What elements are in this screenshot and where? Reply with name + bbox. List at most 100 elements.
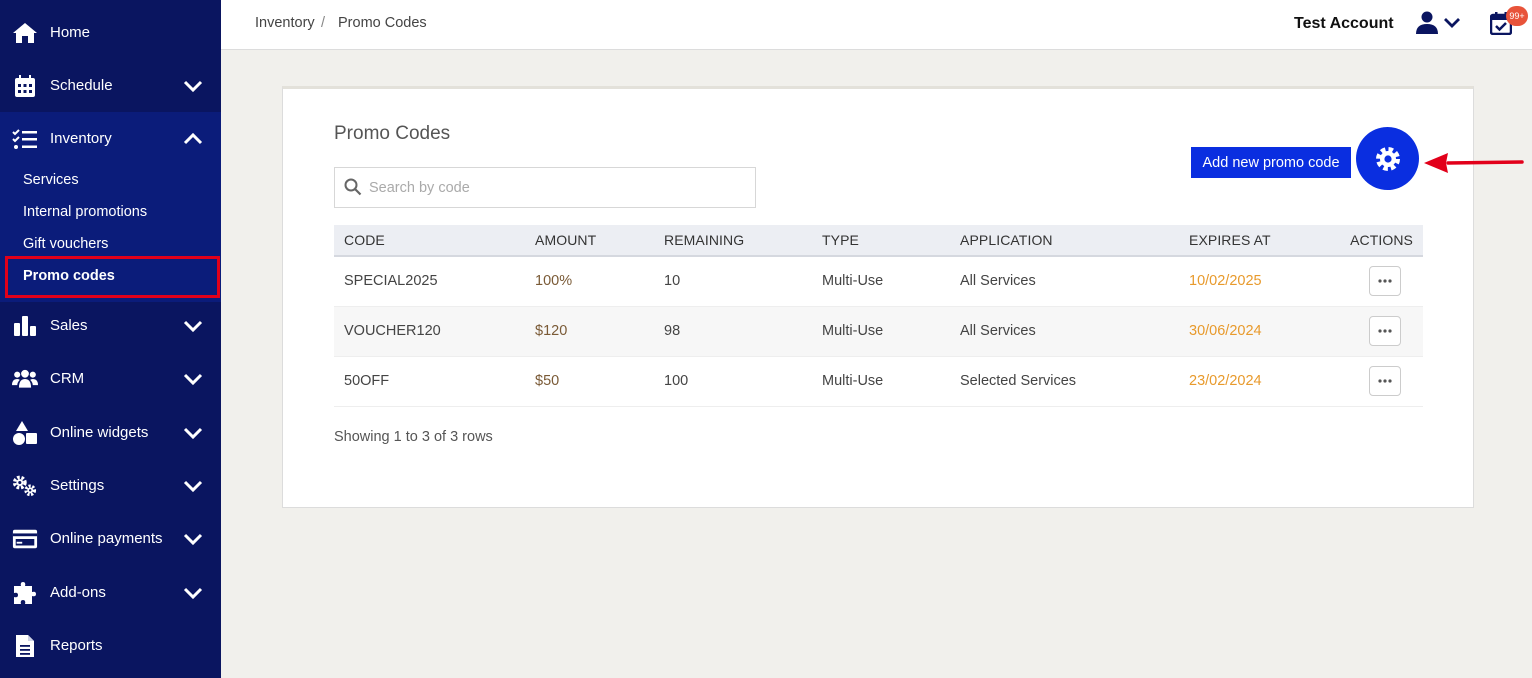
- row-actions-button[interactable]: [1369, 266, 1401, 297]
- sidebar-item-online-payments[interactable]: Online payments: [0, 512, 221, 565]
- notification-badge: 99+: [1506, 6, 1528, 26]
- chevron-down-icon: [183, 587, 203, 599]
- settings-button[interactable]: [1356, 127, 1419, 190]
- cell-code: VOUCHER120: [344, 323, 441, 339]
- sidebar-subitem-gift-vouchers[interactable]: Gift vouchers: [23, 236, 108, 252]
- pagination-info: Showing 1 to 3 of 3 rows: [334, 429, 493, 445]
- column-header-type[interactable]: TYPE: [812, 225, 950, 256]
- annotation-arrow-icon: [1424, 153, 1524, 173]
- sidebar-item-label: Reports: [50, 637, 103, 654]
- cell-application: All Services: [960, 273, 1036, 290]
- cell-remaining: 10: [664, 273, 681, 290]
- table-row: VOUCHER120 $120 98 Multi-Use All Service…: [334, 306, 1423, 356]
- cell-remaining: 100: [664, 373, 689, 389]
- breadcrumb-current: Promo Codes: [338, 15, 427, 31]
- add-promo-code-button[interactable]: Add new promo code: [1191, 147, 1351, 178]
- column-header-amount[interactable]: AMOUNT: [525, 225, 654, 256]
- home-icon: [12, 20, 38, 46]
- chevron-up-icon: [183, 132, 203, 144]
- cell-amount: $50: [535, 373, 560, 389]
- more-icon: [1378, 379, 1392, 383]
- chevron-down-icon[interactable]: [1443, 17, 1461, 29]
- sidebar: Home Schedule Inventory Services Interna…: [0, 0, 221, 678]
- sidebar-item-label: Schedule: [50, 77, 113, 94]
- more-icon: [1378, 329, 1392, 333]
- more-icon: [1378, 279, 1392, 283]
- cell-actions: [1323, 256, 1423, 306]
- chevron-down-icon: [183, 80, 203, 92]
- chevron-down-icon: [183, 427, 203, 439]
- search-input[interactable]: [369, 176, 749, 200]
- cell-expires: 23/02/2024: [1189, 373, 1262, 389]
- row-actions-button[interactable]: [1369, 316, 1401, 346]
- sidebar-item-crm[interactable]: CRM: [0, 352, 221, 405]
- document-icon: [12, 633, 38, 659]
- cell-type: Multi-Use: [822, 323, 884, 339]
- bar-chart-icon: [12, 313, 38, 339]
- table-header-row: CODE AMOUNT REMAINING TYPE APPLICATION E…: [334, 225, 1423, 256]
- account-name[interactable]: Test Account: [1294, 15, 1394, 33]
- sidebar-item-online-widgets[interactable]: Online widgets: [0, 406, 221, 459]
- checklist-icon: [12, 126, 38, 152]
- sidebar-item-label: Settings: [50, 477, 105, 494]
- search-box: [334, 167, 756, 208]
- cell-actions: [1323, 356, 1423, 406]
- sidebar-item-schedule[interactable]: Schedule: [0, 59, 221, 112]
- users-icon: [12, 366, 38, 392]
- cell-application: Selected Services: [960, 373, 1077, 389]
- sidebar-subitem-services[interactable]: Services: [23, 172, 79, 188]
- chevron-down-icon: [183, 533, 203, 545]
- promo-codes-card: Promo Codes Add new promo code CODE AMOU…: [282, 86, 1474, 508]
- cell-amount: 100%: [535, 273, 573, 290]
- chevron-down-icon: [183, 480, 203, 492]
- cell-actions: [1323, 306, 1423, 356]
- sidebar-item-label: Online payments: [50, 530, 163, 547]
- sidebar-item-label: Inventory: [50, 130, 112, 147]
- puzzle-icon: [12, 580, 38, 606]
- cell-code: SPECIAL2025: [344, 273, 438, 290]
- breadcrumb-inventory[interactable]: Inventory: [255, 15, 315, 31]
- topbar: Inventory / Promo Codes Test Account 99+: [221, 0, 1532, 50]
- chevron-down-icon: [183, 373, 203, 385]
- cell-application: All Services: [960, 323, 1036, 339]
- sidebar-item-label: Home: [50, 24, 91, 41]
- cell-amount: $120: [535, 323, 568, 339]
- sidebar-item-sales[interactable]: Sales: [0, 299, 221, 352]
- sidebar-item-add-ons[interactable]: Add-ons: [0, 566, 221, 619]
- chevron-down-icon: [183, 320, 203, 332]
- highlight-box: [5, 256, 220, 298]
- cell-type: Multi-Use: [822, 373, 884, 389]
- sidebar-item-home[interactable]: Home: [0, 6, 221, 59]
- user-icon[interactable]: [1416, 11, 1438, 35]
- column-header-actions: ACTIONS: [1350, 232, 1413, 248]
- credit-card-icon: [12, 526, 38, 552]
- sidebar-item-label: Sales: [50, 317, 88, 334]
- search-icon: [344, 178, 362, 196]
- sidebar-item-label: Add-ons: [50, 584, 106, 601]
- cell-code: 50OFF: [344, 373, 390, 389]
- sidebar-item-label: CRM: [50, 370, 85, 387]
- sidebar-item-settings[interactable]: Settings: [0, 459, 221, 512]
- sidebar-item-reports[interactable]: Reports: [0, 619, 221, 672]
- column-header-remaining[interactable]: REMAINING: [654, 225, 812, 256]
- cell-expires: 10/02/2025: [1189, 273, 1262, 290]
- gear-icon: [1375, 146, 1400, 171]
- sidebar-item-inventory[interactable]: Inventory: [0, 112, 221, 165]
- sidebar-item-label: Online widgets: [50, 424, 149, 441]
- table-row: 50OFF $50 100 Multi-Use Selected Service…: [334, 356, 1423, 406]
- cell-type: Multi-Use: [822, 273, 884, 290]
- table-row: SPECIAL2025 100% 10 Multi-Use All Servic…: [334, 256, 1423, 306]
- calendar-icon: [12, 73, 38, 99]
- breadcrumb-separator: /: [321, 15, 326, 31]
- promo-codes-table: CODE AMOUNT REMAINING TYPE APPLICATION E…: [334, 225, 1423, 407]
- gears-icon: [12, 473, 38, 499]
- row-actions-button[interactable]: [1369, 366, 1401, 396]
- column-header-expires-at[interactable]: EXPIRES AT: [1179, 225, 1323, 256]
- shapes-icon: [12, 420, 38, 446]
- cell-remaining: 98: [664, 323, 681, 339]
- column-header-code[interactable]: CODE: [334, 225, 525, 256]
- column-header-application[interactable]: APPLICATION: [950, 225, 1179, 256]
- page-title: Promo Codes: [334, 123, 451, 144]
- cell-expires: 30/06/2024: [1189, 323, 1262, 339]
- sidebar-subitem-internal-promotions[interactable]: Internal promotions: [23, 204, 147, 220]
